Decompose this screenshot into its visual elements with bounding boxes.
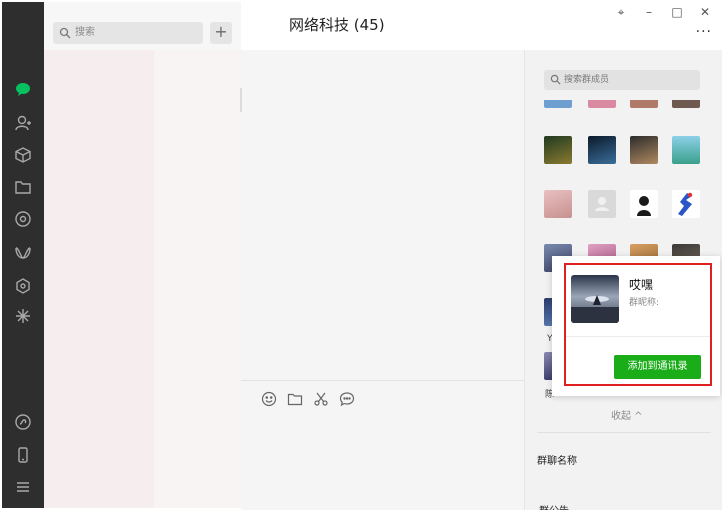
window-controls: ⌖ – □ ✕ [614, 4, 712, 20]
member-avatar[interactable] [544, 190, 572, 218]
member-avatar[interactable] [544, 136, 572, 164]
add-chat-button[interactable]: + [210, 22, 232, 44]
group-name-label[interactable]: 群聊名称 [537, 452, 577, 467]
minimize-button[interactable]: – [642, 4, 656, 20]
member-avatar[interactable] [588, 100, 616, 108]
member-avatar[interactable] [544, 100, 572, 108]
group-notice-label[interactable]: 群公告 [539, 502, 569, 510]
search-placeholder: 搜索 [75, 27, 95, 38]
message-area[interactable] [241, 50, 524, 380]
more-options-button[interactable]: ··· [696, 24, 712, 40]
mini-programs-icon[interactable] [14, 307, 32, 325]
collapse-members-button[interactable]: 收起 ^ [611, 407, 643, 422]
folder-icon[interactable] [14, 178, 32, 196]
panel-resize-handle[interactable] [240, 88, 242, 112]
search-icon [59, 27, 71, 39]
list-header: 搜索 + [44, 2, 241, 50]
member-search-box[interactable]: 搜索群成员 [544, 70, 700, 90]
search-box[interactable]: 搜索 [53, 22, 203, 44]
moments-icon[interactable] [14, 210, 32, 228]
member-avatar[interactable] [630, 136, 658, 164]
input-toolbar [261, 391, 355, 407]
chat-history-icon[interactable] [339, 391, 355, 407]
member-avatar[interactable] [672, 190, 700, 218]
file-icon[interactable] [287, 391, 303, 407]
screenshot-icon[interactable] [313, 391, 329, 407]
contacts-icon[interactable] [14, 114, 32, 132]
close-button[interactable]: ✕ [698, 4, 712, 20]
member-avatar[interactable] [588, 190, 616, 218]
member-avatar[interactable] [672, 136, 700, 164]
channels-icon[interactable] [14, 244, 32, 262]
emoji-icon[interactable] [261, 391, 277, 407]
mini-program-panel-icon[interactable] [14, 413, 32, 431]
pin-icon[interactable]: ⌖ [614, 4, 628, 20]
highlight-box [564, 263, 712, 386]
menu-icon[interactable] [14, 478, 32, 496]
member-avatar[interactable] [630, 190, 658, 218]
favorites-icon[interactable] [14, 146, 32, 164]
divider [537, 432, 711, 433]
input-area[interactable] [241, 380, 524, 510]
nav-rail [2, 2, 44, 508]
session-list[interactable] [44, 50, 241, 508]
maximize-button[interactable]: □ [670, 4, 684, 20]
member-avatar[interactable] [672, 100, 700, 108]
session-list-panel: 搜索 + [44, 2, 241, 508]
member-avatar[interactable] [630, 100, 658, 108]
member-avatar[interactable] [588, 136, 616, 164]
search-discover-icon[interactable] [14, 277, 32, 295]
search-icon [550, 74, 561, 85]
list-background [44, 50, 154, 508]
phone-icon[interactable] [14, 446, 32, 464]
chat-icon[interactable] [14, 80, 32, 98]
member-search-placeholder: 搜索群成员 [564, 75, 610, 85]
wechat-window: 搜索 + 网络科技 (45) ⌖ – □ ✕ ··· 搜索群成员 Y 陈 收起 … [0, 0, 722, 510]
chat-title: 网络科技 (45) [289, 16, 385, 34]
